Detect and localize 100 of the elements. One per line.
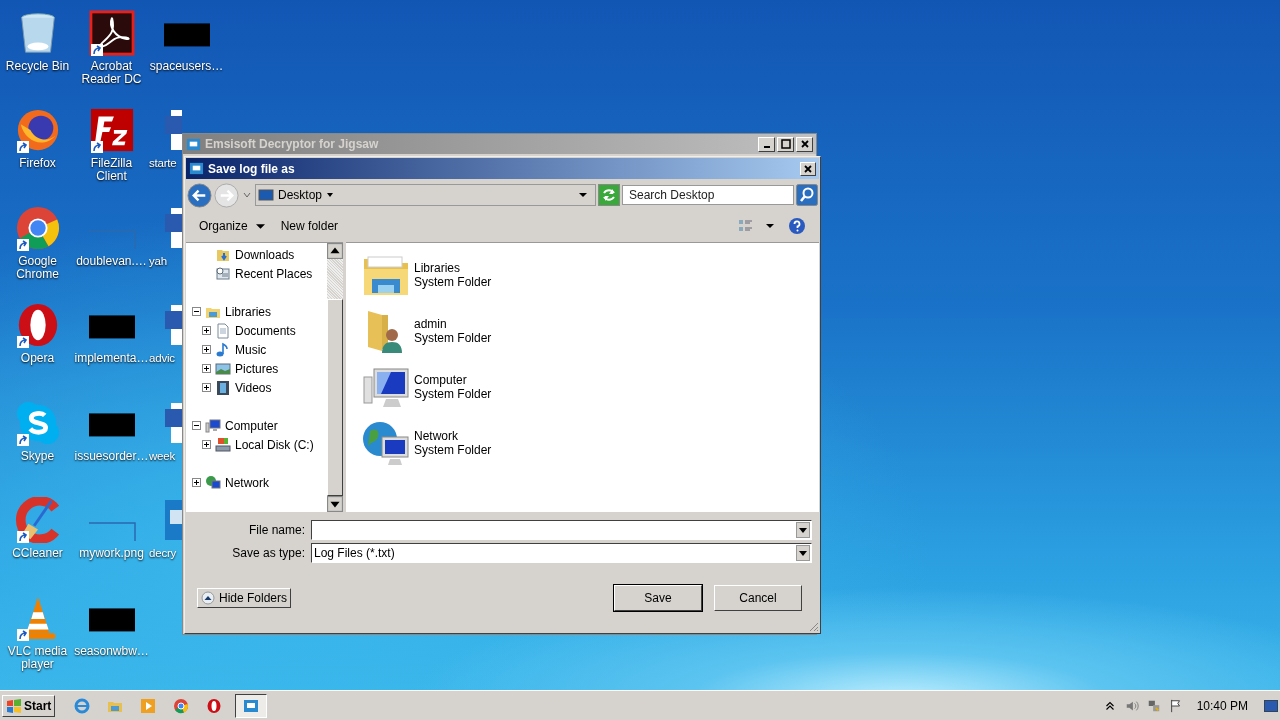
file-name[interactable]: Computer [414,373,492,387]
collapse-icon[interactable] [192,307,201,316]
desktop-icon-label[interactable]: doublevan.… [76,255,147,268]
flag-icon[interactable] [1168,698,1183,713]
scrollbar[interactable] [327,243,343,512]
field-label: Save as type: [231,546,305,560]
close-button[interactable] [796,136,813,152]
chrome-icon [14,205,61,251]
filezilla-icon [88,107,135,153]
desktop-icon [258,187,274,203]
dropdown-button[interactable] [796,545,810,561]
maximize-icon [780,139,791,149]
close-icon [799,139,810,149]
app-window-icon[interactable] [235,693,268,718]
document-icon [165,305,182,345]
desktop-icon-label[interactable]: Acrobat Reader DC [74,60,149,86]
search-button[interactable] [796,184,818,206]
help-icon[interactable] [788,217,806,235]
tree-item[interactable]: Recent Places [235,266,313,281]
file-type: System Folder [414,331,492,345]
back-button[interactable] [187,182,212,208]
clock[interactable]: 10:40 PM [1196,698,1248,713]
network-status-icon[interactable] [1146,698,1161,713]
app-window-icon [189,161,204,176]
network-icon [205,474,221,491]
music-note-icon [215,341,231,358]
cancel-button[interactable]: Cancel [714,585,802,611]
desktop-icon-label[interactable]: Firefox [19,157,56,170]
resize-grip-icon[interactable] [807,620,819,632]
tree-item[interactable]: Libraries [225,304,272,319]
file-name-field[interactable] [311,520,812,540]
tree-item[interactable]: Network [225,475,269,490]
dropdown-icon [579,191,587,199]
file-type: System Folder [414,275,492,289]
tree-item[interactable]: Music [235,342,267,357]
desktop-icon-label[interactable]: spaceusers… [149,60,224,73]
file-type: System Folder [414,443,492,457]
desktop-icon-label[interactable]: Opera [20,352,55,365]
caret-icon [326,191,335,199]
tree-item[interactable]: Pictures [235,361,279,376]
scroll-thumb[interactable] [327,299,343,496]
disk-drive-icon [215,436,231,453]
tree-item[interactable]: Videos [235,380,272,395]
caret-icon [255,221,265,231]
acrobat-icon [88,10,135,56]
document-icon [215,322,231,339]
computer-icon [205,417,221,434]
speaker-icon[interactable] [1124,698,1139,713]
field-label: File name: [247,523,305,537]
desktop-icon-label[interactable]: Google Chrome [0,255,75,281]
desktop-icon-label[interactable]: yah [149,255,167,268]
desktop-icon-label[interactable]: starte [149,157,177,170]
refresh-button[interactable] [598,184,620,206]
app-window-icon [186,136,201,152]
skype-icon [14,400,61,446]
document-icon [165,208,182,248]
dropdown-button[interactable] [796,522,810,538]
tree-item[interactable]: Computer [225,418,278,433]
expand-icon[interactable] [202,326,211,335]
recent-places-icon [215,265,231,282]
file-name[interactable]: Libraries [414,261,492,275]
file-name[interactable]: Network [414,429,492,443]
search-field[interactable]: Search Desktop [622,185,794,205]
file-type-dropdown[interactable]: Log Files (*.txt) [311,543,812,563]
picture-icon [215,360,231,377]
expand-icon[interactable] [202,364,211,373]
document-icon [165,110,182,150]
minimize-icon [763,146,770,148]
expand-icon[interactable] [202,383,211,392]
dialog-title: Save log file as [208,161,296,176]
minimize-button[interactable] [758,136,775,152]
document-icon [165,500,182,540]
expand-icon[interactable] [202,440,211,449]
ccleaner-icon [14,497,61,543]
caret-icon[interactable] [766,222,774,230]
expand-icon[interactable] [192,478,201,487]
scroll-down-button[interactable] [327,496,343,512]
start-button[interactable]: Start [2,694,56,717]
tree-item[interactable]: Documents [235,323,296,338]
show-desktop-button[interactable] [1264,699,1278,712]
save-button[interactable]: Save [614,585,702,611]
desktop-icon-label[interactable]: FileZilla Client [74,157,149,183]
toolbar-button[interactable]: Organize [193,217,271,235]
document-icon [165,403,182,443]
toolbar-button[interactable]: New folder [274,217,345,235]
maximize-button[interactable] [777,136,794,152]
close-button[interactable] [800,161,816,176]
address-bar[interactable]: Desktop [255,184,596,206]
window-title: Emsisoft Decryptor for Jigsaw [205,137,380,151]
tree-item[interactable]: Local Disk (C:) [235,437,314,452]
file-name[interactable]: admin [414,317,492,331]
scroll-up-button[interactable] [327,243,343,259]
hide-folders-button[interactable]: Hide Folders [197,588,292,608]
windows-logo-icon [6,697,22,714]
desktop-icon-label[interactable]: Recycle Bin [5,60,70,73]
expand-icon[interactable] [202,345,211,354]
film-icon [215,379,231,396]
collapse-icon[interactable] [192,421,201,430]
file-type: System Folder [414,387,492,401]
tree-item[interactable]: Downloads [235,247,295,262]
